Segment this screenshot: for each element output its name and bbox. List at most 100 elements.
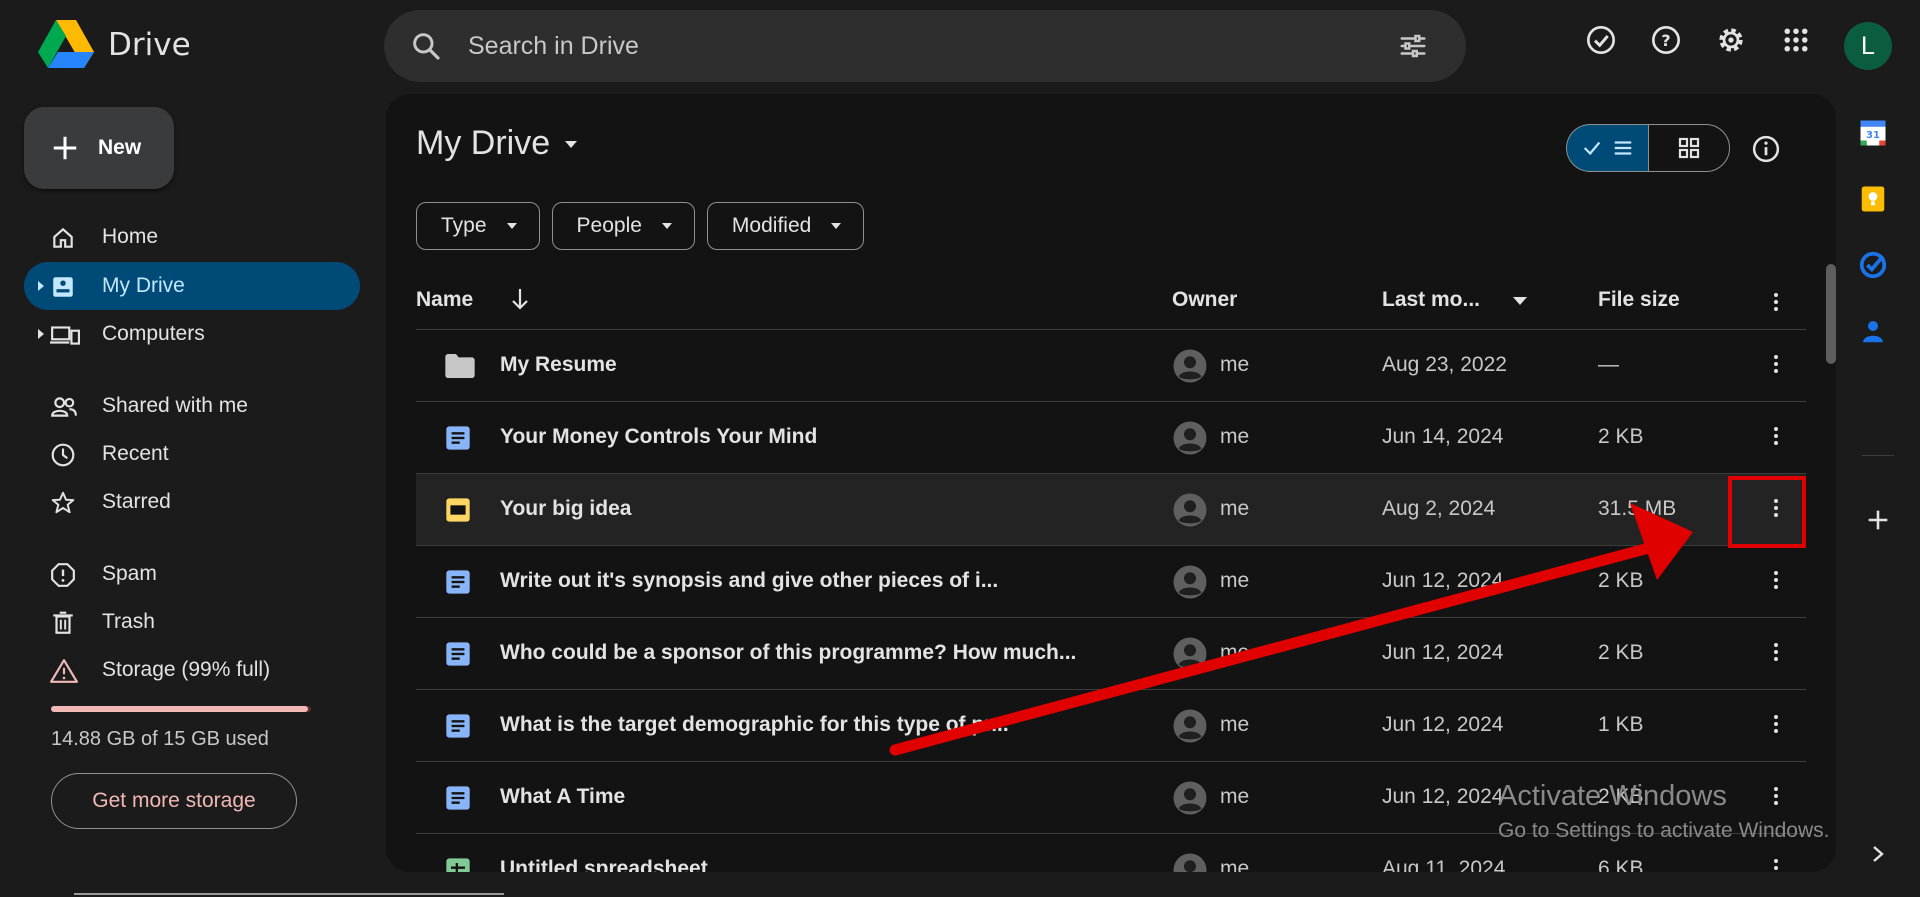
- table-row[interactable]: Write out it's synopsis and give other p…: [416, 546, 1806, 618]
- my-drive-icon: [53, 277, 73, 297]
- sidebar-item-shared-with-me[interactable]: Shared with me: [24, 382, 360, 430]
- sidebar-item-my-drive[interactable]: My Drive: [24, 262, 360, 310]
- search-options-icon[interactable]: [1398, 31, 1428, 61]
- checkmark-icon: [1583, 141, 1600, 156]
- column-header-owner[interactable]: Owner: [1172, 288, 1237, 312]
- grid-view-button[interactable]: [1648, 124, 1730, 172]
- watermark-title: Activate Windows: [1498, 780, 1727, 812]
- watermark-subtitle: Go to Settings to activate Windows.: [1498, 819, 1830, 842]
- storage-usage-text: 14.88 GB of 15 GB used: [51, 728, 269, 750]
- help-icon[interactable]: ?: [1650, 24, 1682, 56]
- list-view-button[interactable]: [1566, 124, 1648, 172]
- search-bar[interactable]: Search in Drive: [384, 10, 1466, 82]
- owner-avatar-icon: [1172, 708, 1208, 744]
- keep-icon[interactable]: [1858, 184, 1888, 214]
- more-actions-icon[interactable]: [1764, 712, 1788, 736]
- drive-logo[interactable]: Drive: [38, 20, 191, 70]
- more-actions-icon[interactable]: [1764, 568, 1788, 592]
- tasks-icon[interactable]: [1858, 250, 1888, 280]
- scrollbar-thumb[interactable]: [1826, 264, 1836, 364]
- apps-grid-icon[interactable]: [1780, 24, 1812, 56]
- last-modified-date: Aug 11, 2024: [1382, 857, 1506, 872]
- view-toggle: [1566, 124, 1730, 172]
- filter-modified-chip[interactable]: Modified: [706, 202, 865, 250]
- page-title-dropdown[interactable]: My Drive: [416, 124, 580, 163]
- table-row[interactable]: Who could be a sponsor of this programme…: [416, 618, 1806, 690]
- table-row[interactable]: Your Money Controls Your Mind me Jun 14, 2…: [416, 402, 1806, 474]
- more-actions-icon[interactable]: [1764, 424, 1788, 448]
- info-icon[interactable]: [1751, 134, 1781, 164]
- caret-down-icon: [506, 223, 517, 229]
- owner-avatar-icon: [1172, 636, 1208, 672]
- account-avatar[interactable]: L: [1844, 22, 1892, 70]
- side-panel: 31: [1858, 118, 1888, 346]
- search-icon[interactable]: [410, 30, 442, 62]
- search-input[interactable]: Search in Drive: [468, 32, 639, 61]
- storage-progress-fill: [51, 706, 309, 712]
- sidebar-item-spam[interactable]: Spam: [24, 550, 360, 598]
- sidebar-item-home[interactable]: Home: [24, 213, 360, 261]
- owner-name: me: [1220, 497, 1250, 520]
- sidebar-item-trash[interactable]: Trash: [24, 598, 360, 646]
- docs-icon: [444, 640, 472, 668]
- chip-label: Type: [441, 214, 487, 237]
- last-modified-date: Jun 12, 2024: [1382, 785, 1504, 808]
- sort-arrow-down-icon[interactable]: [508, 286, 532, 312]
- new-button-label: New: [98, 136, 142, 159]
- side-panel-divider: [1862, 455, 1894, 456]
- sidebar-item-starred[interactable]: Starred: [24, 478, 360, 526]
- file-name[interactable]: Who could be a sponsor of this programme…: [500, 641, 1076, 665]
- column-header-last-modified[interactable]: Last mo...: [1382, 288, 1480, 312]
- file-name[interactable]: What is the target demographic for this …: [500, 713, 1009, 737]
- chip-label: Modified: [731, 214, 812, 237]
- column-header-file-size[interactable]: File size: [1598, 288, 1680, 312]
- more-vert-icon[interactable]: [1764, 290, 1788, 314]
- sidebar-item-label: Recent: [102, 442, 169, 465]
- contacts-icon[interactable]: [1858, 316, 1888, 346]
- main-panel: My Drive Type People Modified Name Owner…: [386, 94, 1836, 872]
- list-icon: [1614, 141, 1631, 155]
- file-name[interactable]: Your big idea: [500, 497, 631, 521]
- column-header-name[interactable]: Name: [416, 288, 473, 312]
- more-actions-icon[interactable]: [1764, 856, 1788, 872]
- owner-name: me: [1220, 785, 1250, 808]
- settings-gear-icon[interactable]: [1715, 24, 1747, 56]
- sidebar-item-computers[interactable]: Computers: [24, 310, 360, 358]
- file-name[interactable]: Untitled spreadsheet: [500, 857, 708, 872]
- expand-caret-icon[interactable]: [36, 279, 46, 293]
- file-name[interactable]: What A Time: [500, 785, 625, 809]
- owner-name: me: [1220, 569, 1250, 592]
- owner-avatar-icon: [1172, 852, 1208, 872]
- offline-ready-icon[interactable]: [1585, 24, 1617, 56]
- chevron-right-icon[interactable]: [1868, 844, 1888, 864]
- sidebar-item-label: My Drive: [102, 274, 185, 297]
- file-name[interactable]: My Resume: [500, 353, 617, 377]
- slides-icon: [444, 496, 472, 524]
- taskbar-edge: [74, 893, 504, 895]
- caret-down-icon[interactable]: [1512, 296, 1528, 306]
- sidebar-item-recent[interactable]: Recent: [24, 430, 360, 478]
- calendar-icon[interactable]: 31: [1858, 118, 1888, 148]
- filter-chips: Type People Modified: [416, 202, 865, 250]
- filter-type-chip[interactable]: Type: [416, 202, 540, 250]
- owner-avatar-icon: [1172, 780, 1208, 816]
- more-actions-icon[interactable]: [1764, 352, 1788, 376]
- get-more-storage-button[interactable]: Get more storage: [51, 773, 297, 829]
- sidebar-item-label: Trash: [102, 610, 155, 633]
- more-actions-icon[interactable]: [1764, 640, 1788, 664]
- table-row[interactable]: Your big idea me Aug 2, 2024 31.5 MB: [416, 474, 1806, 546]
- new-button[interactable]: New: [24, 107, 174, 189]
- expand-caret-icon[interactable]: [36, 327, 46, 341]
- file-name[interactable]: Write out it's synopsis and give other p…: [500, 569, 998, 593]
- table-row[interactable]: What is the target demographic for this …: [416, 690, 1806, 762]
- plus-icon: [53, 136, 77, 160]
- filter-people-chip[interactable]: People: [551, 202, 695, 250]
- caret-down-icon: [661, 223, 672, 229]
- sidebar-item-label: Shared with me: [102, 394, 248, 417]
- get-add-ons-plus-icon[interactable]: [1864, 506, 1892, 534]
- table-row[interactable]: My Resume me Aug 23, 2022 —: [416, 330, 1806, 402]
- top-icons: ?: [1585, 24, 1812, 56]
- sidebar-item-storage[interactable]: Storage (99% full): [24, 646, 360, 694]
- file-name[interactable]: Your Money Controls Your Mind: [500, 425, 817, 449]
- folder-icon: [444, 352, 476, 380]
